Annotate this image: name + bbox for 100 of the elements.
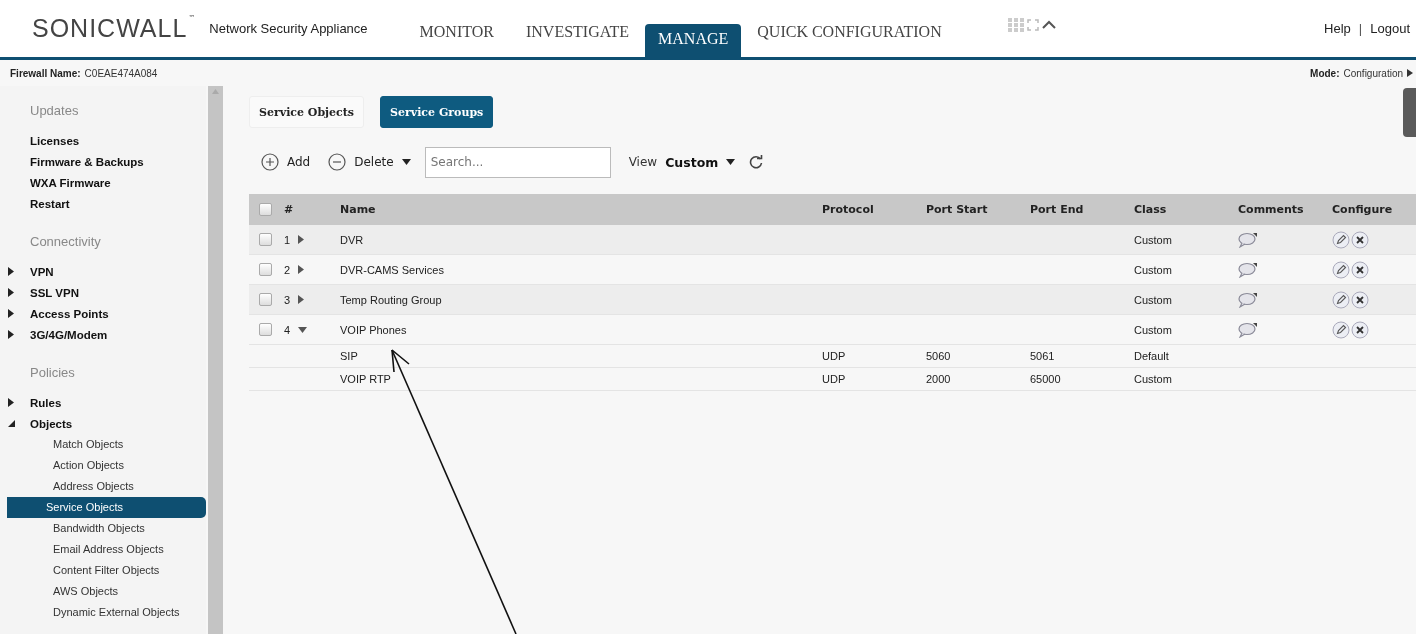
checkbox[interactable] bbox=[259, 263, 272, 276]
mode-value: Configuration bbox=[1343, 67, 1403, 79]
caret-right-icon[interactable] bbox=[8, 288, 14, 297]
view-label: View bbox=[628, 155, 658, 169]
sidebar-item[interactable]: VPN bbox=[30, 265, 54, 278]
sidebar-subitem[interactable]: Email Address Objects bbox=[7, 539, 206, 560]
caret-down-icon bbox=[401, 159, 411, 165]
sidebar-subitem[interactable]: AWS Objects bbox=[7, 581, 206, 602]
scrollbar[interactable] bbox=[208, 86, 223, 634]
refresh-icon bbox=[749, 155, 764, 169]
chevron-up-icon bbox=[1041, 19, 1056, 30]
sidebar-item[interactable]: SSL VPN bbox=[30, 286, 79, 299]
table-cell: 3 bbox=[284, 293, 291, 306]
table-cell: Default bbox=[1134, 350, 1169, 362]
column-header[interactable]: Name bbox=[340, 194, 822, 225]
sidebar-item[interactable]: Access Points bbox=[30, 307, 109, 320]
table-cell: 5060 bbox=[926, 350, 951, 362]
table-cell: 4 bbox=[284, 323, 291, 336]
sidebar-subitem[interactable]: Content Filter Objects bbox=[7, 560, 206, 581]
table-cell: UDP bbox=[822, 350, 846, 362]
caret-right-icon[interactable] bbox=[8, 309, 14, 318]
plus-circle-icon bbox=[261, 153, 279, 171]
table-cell: Custom bbox=[1134, 293, 1172, 306]
add-button[interactable]: Add bbox=[249, 153, 317, 171]
table-cell: VOIP Phones bbox=[340, 323, 407, 336]
column-header[interactable]: Protocol bbox=[822, 194, 926, 225]
table-cell: Custom bbox=[1134, 373, 1172, 385]
column-header[interactable]: # bbox=[284, 194, 340, 225]
caret-right-icon[interactable] bbox=[298, 235, 305, 244]
table-cell: Custom bbox=[1134, 323, 1172, 336]
grid-icon bbox=[1007, 17, 1024, 32]
sidebar-subitem[interactable]: Dynamic External Objects bbox=[7, 602, 206, 623]
section-heading: Connectivity bbox=[29, 234, 102, 249]
checkbox[interactable] bbox=[259, 293, 272, 306]
minus-circle-icon bbox=[328, 153, 347, 171]
table-cell: SIP bbox=[340, 350, 358, 362]
sidebar-item[interactable]: Objects bbox=[30, 417, 73, 430]
view-dropdown[interactable]: Custom bbox=[665, 154, 736, 170]
caret-right-icon bbox=[1407, 69, 1413, 77]
sidebar-item[interactable]: Licenses bbox=[30, 134, 80, 147]
product-name: Network Security Appliance bbox=[209, 21, 368, 36]
column-header[interactable]: Configure bbox=[1332, 194, 1416, 225]
nav-tab[interactable]: INVESTIGATE bbox=[509, 17, 646, 57]
caret-right-icon[interactable] bbox=[8, 267, 14, 276]
tab[interactable]: Service Groups bbox=[380, 96, 494, 128]
delete-button[interactable]: Delete bbox=[316, 153, 417, 171]
nav-tab[interactable]: MANAGE bbox=[645, 24, 742, 57]
caret-right-icon[interactable] bbox=[8, 398, 14, 407]
caret-down-icon[interactable] bbox=[298, 326, 308, 333]
expand-icon bbox=[1026, 18, 1039, 31]
sidebar-subitem[interactable]: Address Objects bbox=[7, 476, 206, 497]
table-cell: DVR-CAMS Services bbox=[340, 263, 444, 276]
sidebar-subitem[interactable]: Bandwidth Objects bbox=[7, 518, 206, 539]
caret-down-icon[interactable] bbox=[7, 420, 15, 427]
delete-icon bbox=[1351, 260, 1369, 279]
table-cell: 5061 bbox=[1030, 350, 1055, 362]
checkbox[interactable] bbox=[259, 203, 272, 216]
nav-tab[interactable]: MONITOR bbox=[403, 17, 510, 57]
delete-icon bbox=[1351, 230, 1369, 249]
section-heading: Policies bbox=[29, 365, 76, 380]
sidebar-subitem[interactable]: Service Objects bbox=[7, 497, 206, 518]
checkbox[interactable] bbox=[259, 323, 272, 336]
table-cell: Custom bbox=[1134, 263, 1172, 276]
table-cell: 65000 bbox=[1030, 373, 1061, 385]
firewall-label: Firewall Name: bbox=[10, 67, 81, 79]
sidebar-item[interactable]: Firmware & Backups bbox=[30, 155, 144, 168]
caret-right-icon[interactable] bbox=[298, 295, 305, 304]
mode-label: Mode: bbox=[1310, 67, 1340, 79]
column-header[interactable]: Class bbox=[1134, 194, 1238, 225]
scroll-up-icon bbox=[212, 89, 219, 94]
sidebar-subitem[interactable]: Match Objects bbox=[7, 434, 206, 455]
sidebar-item[interactable]: Rules bbox=[30, 396, 62, 409]
header-link[interactable]: Help bbox=[1324, 21, 1351, 36]
table-cell: 2 bbox=[284, 263, 291, 276]
checkbox[interactable] bbox=[259, 233, 272, 246]
tab[interactable]: Service Objects bbox=[249, 96, 365, 128]
sidebar-item[interactable]: 3G/4G/Modem bbox=[30, 328, 108, 341]
table-cell: DVR bbox=[340, 233, 364, 246]
separator: | bbox=[1358, 21, 1363, 36]
column-header[interactable]: Comments bbox=[1238, 194, 1332, 225]
table-cell: 2000 bbox=[926, 373, 951, 385]
column-header[interactable]: Port Start bbox=[926, 194, 1030, 225]
delete-icon bbox=[1351, 320, 1369, 339]
delete-icon bbox=[1351, 290, 1369, 309]
caret-right-icon[interactable] bbox=[298, 265, 305, 274]
section-heading: Updates bbox=[29, 103, 80, 118]
table-cell: Temp Routing Group bbox=[340, 293, 442, 306]
caret-right-icon[interactable] bbox=[8, 330, 14, 339]
sidebar-item[interactable]: Restart bbox=[30, 197, 70, 210]
search-field[interactable]: Search... bbox=[424, 146, 611, 178]
table-cell: 1 bbox=[284, 233, 291, 246]
table-cell: VOIP RTP bbox=[340, 373, 391, 385]
sidebar-item[interactable]: WXA Firmware bbox=[30, 176, 111, 189]
header-link[interactable]: Logout bbox=[1370, 21, 1410, 36]
column-header[interactable]: Port End bbox=[1030, 194, 1134, 225]
table-cell: Custom bbox=[1134, 233, 1172, 246]
nav-tab[interactable]: QUICK CONFIGURATION bbox=[741, 17, 958, 57]
logo: SONICWALL bbox=[32, 14, 188, 43]
firewall-name: C0EAE474A084 bbox=[84, 67, 158, 79]
sidebar-subitem[interactable]: Action Objects bbox=[7, 455, 206, 476]
